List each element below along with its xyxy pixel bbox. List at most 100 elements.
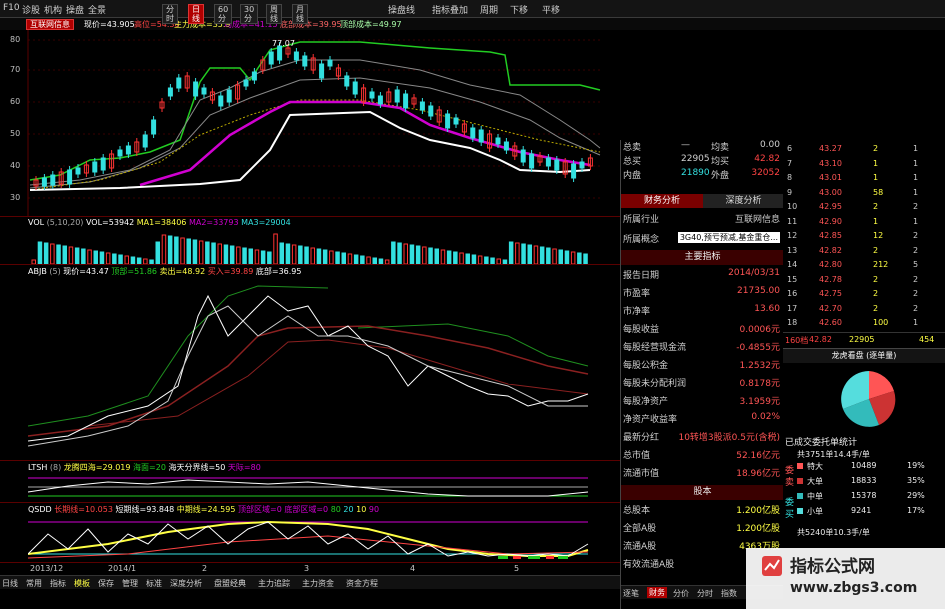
tab-monthly[interactable]: 月线 [292, 4, 308, 24]
dragon-pie-chart [841, 371, 896, 427]
main-kline-chart[interactable]: 77.07 [0, 30, 620, 216]
dragon-total-buy: 共5240单10.3手/单 [797, 528, 870, 537]
volume-bar [68, 246, 74, 264]
qsdd-chart[interactable] [28, 514, 600, 562]
volume-bar [446, 250, 452, 264]
divider-abjb [0, 264, 620, 265]
financial-row: 市盈率 21735.00 [623, 286, 780, 299]
tab-save[interactable]: 保存 [98, 578, 114, 589]
orderbook-row: 17 42.70 2 2 [787, 303, 919, 313]
tab-tick[interactable]: 逐笔 [623, 588, 639, 599]
volume-bar [471, 254, 477, 264]
menu-diagnose[interactable]: 诊股 [22, 3, 40, 16]
tab-financial-analysis[interactable]: 财务分析 [621, 194, 703, 208]
tab-deep-analysis-right[interactable]: 深度分析 [703, 194, 784, 208]
financial-row: 最新分红 10转增3股派0.5元(含税) [623, 433, 780, 443]
y-tick-80: 80 [10, 35, 21, 44]
tab-template[interactable]: 模板 [74, 578, 90, 589]
price-info: 现价=43.905 [84, 20, 135, 29]
candle-body [419, 101, 425, 111]
volume-bar [192, 239, 198, 264]
volume-bar [50, 243, 55, 264]
tab-indicator[interactable]: 指标 [50, 578, 66, 589]
abjb-chart[interactable] [28, 276, 600, 460]
menu-f10[interactable]: F10 [3, 3, 20, 13]
tab-60min[interactable]: 60分 [214, 4, 233, 24]
financial-row: 每股经营现金流 -0.4855元 [623, 343, 780, 353]
volume-bar [453, 251, 458, 264]
dragon-title[interactable]: 龙虎看盘 (逐单量) [783, 349, 945, 363]
ltsh-chart[interactable] [28, 472, 600, 502]
tab-manage[interactable]: 管理 [122, 578, 138, 589]
menu-panorama[interactable]: 全景 [88, 3, 106, 16]
volume-bar [558, 249, 563, 264]
equity-header: 股本 [621, 485, 784, 500]
volume-bar [459, 252, 464, 264]
volume-bar [527, 244, 532, 264]
dragon-row: 中单 15378 29% [797, 491, 945, 505]
volume-bar [347, 253, 353, 264]
tab-classic[interactable]: 盘盟经典 [214, 578, 246, 589]
x-label-3: 3 [304, 564, 310, 573]
peak-price-label: 77.07 [272, 39, 295, 48]
volume-bar [267, 251, 272, 264]
tab-finance[interactable]: 财务 [647, 587, 667, 598]
vol-indicator-label[interactable]: VOL (5,10,20) VOL=53942 MA1=38406 MA2=33… [28, 218, 291, 227]
volume-bar [291, 244, 297, 264]
x-label-4: 4 [410, 564, 416, 573]
candle-body [193, 81, 199, 97]
menu-operate[interactable]: 操盘 [66, 3, 84, 16]
quote-row-inner-outer: 内盘 21890 外盘 32052 [623, 168, 780, 181]
x-label-2013-12: 2013/12 [30, 564, 64, 573]
menu-pan[interactable]: 平移 [542, 3, 560, 16]
tab-daily[interactable]: 日线 [188, 4, 204, 24]
candle-body [319, 63, 325, 79]
candle-body [75, 167, 81, 175]
tab-main-fund[interactable]: 主力资金 [302, 578, 334, 589]
volume-bar [577, 252, 582, 264]
watermark-url: www.zbgs3.com [790, 580, 918, 596]
menu-institution[interactable]: 机构 [44, 3, 62, 16]
resist-cost-info: 顶部成本=49.97 [340, 20, 402, 29]
candle-body [117, 149, 123, 157]
watermark-title: 指标公式网 [790, 557, 875, 577]
divider-ltsh [0, 460, 620, 461]
tab-weekly[interactable]: 周线 [266, 4, 282, 24]
volume-bar [353, 254, 359, 264]
menu-move-down[interactable]: 下移 [510, 3, 528, 16]
vol-chart[interactable] [28, 228, 600, 264]
tab-standard[interactable]: 标准 [146, 578, 162, 589]
tab-daily-line[interactable]: 日线 [2, 578, 18, 589]
volume-bar [360, 255, 365, 264]
tab-deep-analysis[interactable]: 深度分析 [170, 578, 202, 589]
bottom-tab-bar: 日线 常用 指标 模板 保存 管理 标准 深度分析 盘盟经典 主力追踪 主力资金… [0, 575, 620, 589]
tab-fund-equation[interactable]: 资金方程 [346, 578, 378, 589]
tab-index[interactable]: 指数 [721, 588, 737, 599]
orderbook-row: 10 42.95 2 2 [787, 202, 919, 211]
orderbook-row: 6 43.27 2 1 [787, 144, 919, 153]
candle-body [142, 134, 148, 148]
menu-period[interactable]: 周期 [480, 3, 498, 16]
tab-main-track[interactable]: 主力追踪 [258, 578, 290, 589]
tab-intraday[interactable]: 分时 [697, 588, 713, 599]
main-indicator-header: 主要指标 [621, 250, 784, 265]
order-book-footer: 160档 42.82 22905 454 [783, 332, 945, 346]
orderbook-row: 18 42.60 100 1 [787, 318, 919, 327]
dragon-row: 小单 9241 17% [797, 506, 945, 520]
tab-price-dist[interactable]: 分价 [673, 588, 689, 599]
orderbook-row: 13 42.82 2 2 [787, 245, 919, 255]
financial-row: 流通市值 18.96亿元 [623, 469, 780, 479]
volume-bar [391, 241, 396, 264]
tab-common[interactable]: 常用 [26, 578, 42, 589]
menu-opline[interactable]: 操盘线 [388, 3, 415, 16]
dragon-total-sell: 共3751单14.4手/单 [797, 450, 870, 459]
volume-bar [335, 251, 340, 264]
tab-minute[interactable]: 分时 [162, 4, 178, 24]
volume-bar [167, 235, 173, 264]
volume-bar [273, 233, 278, 264]
orderbook-row: 15 42.78 2 2 [787, 274, 919, 284]
stock-name-badge[interactable]: 互联网信息 [26, 19, 74, 30]
menu-indicator-overlay[interactable]: 指标叠加 [432, 3, 468, 16]
candle-body [243, 79, 249, 87]
tab-30min[interactable]: 30分 [240, 4, 259, 24]
